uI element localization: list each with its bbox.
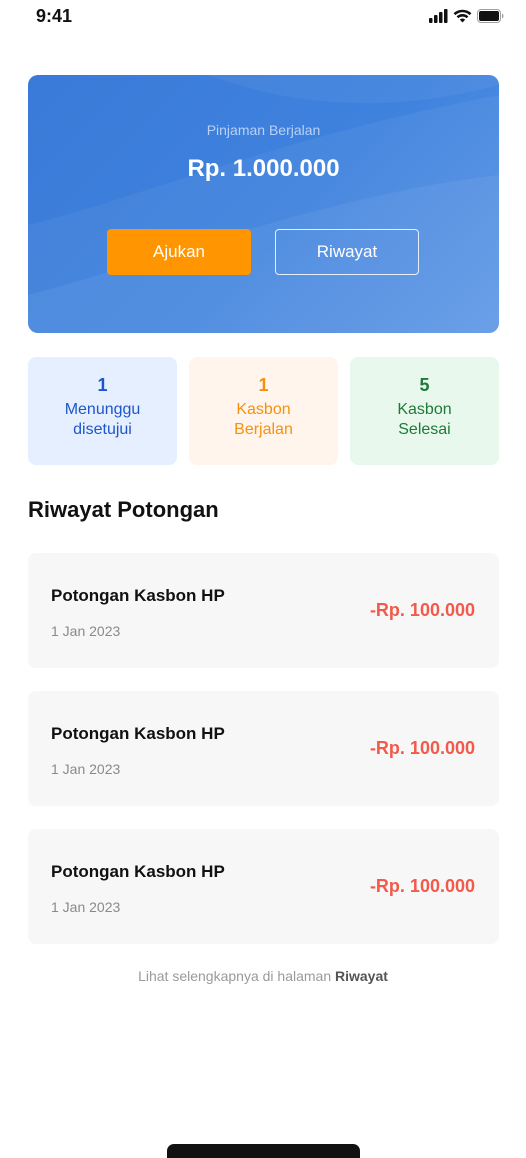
see-more-text: Lihat selengkapnya di halaman Riwayat <box>0 968 526 984</box>
loan-summary-card: Pinjaman Berjalan Rp. 1.000.000 Ajukan R… <box>28 75 499 333</box>
stat-card-completed[interactable]: 5 Kasbon Selesai <box>350 357 499 465</box>
history-item-title: Potongan Kasbon HP <box>51 862 225 881</box>
history-item[interactable]: Potongan Kasbon HP 1 Jan 2023 -Rp. 100.0… <box>28 553 499 668</box>
signal-icon <box>429 9 448 28</box>
stat-label-line2: Berjalan <box>234 421 293 438</box>
apply-button[interactable]: Ajukan <box>107 229 251 275</box>
stat-label-line1: Kasbon <box>397 401 452 418</box>
history-item-amount: -Rp. 100.000 <box>369 738 475 758</box>
wifi-icon <box>453 9 472 28</box>
stat-label-line2: Selesai <box>398 421 451 438</box>
loan-label: Pinjaman Berjalan <box>206 122 321 138</box>
background-wave-decoration <box>28 75 499 333</box>
stat-card-ongoing[interactable]: 1 Kasbon Berjalan <box>189 357 338 465</box>
status-time: 9:41 <box>36 6 73 26</box>
section-title: Riwayat Potongan <box>28 497 219 522</box>
stat-label-line2: disetujui <box>73 421 132 438</box>
stat-label-line1: Menunggu <box>64 401 141 418</box>
home-indicator[interactable] <box>167 1144 360 1158</box>
stat-count: 1 <box>97 375 108 395</box>
history-item-title: Potongan Kasbon HP <box>51 724 225 743</box>
stat-card-pending[interactable]: 1 Menunggu disetujui <box>28 357 177 465</box>
history-button[interactable]: Riwayat <box>275 229 419 275</box>
loan-amount: Rp. 1.000.000 <box>187 155 340 182</box>
stat-count: 5 <box>419 375 430 395</box>
history-item[interactable]: Potongan Kasbon HP 1 Jan 2023 -Rp. 100.0… <box>28 691 499 806</box>
history-item-title: Potongan Kasbon HP <box>51 586 225 605</box>
history-item-date: 1 Jan 2023 <box>51 761 121 777</box>
history-item-date: 1 Jan 2023 <box>51 899 121 915</box>
battery-icon <box>477 9 504 28</box>
see-more-prefix: Lihat selengkapnya di halaman <box>138 968 335 984</box>
status-bar: 9:41 <box>0 0 526 40</box>
history-item[interactable]: Potongan Kasbon HP 1 Jan 2023 -Rp. 100.0… <box>28 829 499 944</box>
history-item-amount: -Rp. 100.000 <box>369 600 475 620</box>
stat-count: 1 <box>258 375 269 395</box>
history-item-amount: -Rp. 100.000 <box>369 876 475 896</box>
status-icons <box>429 9 504 28</box>
stat-label-line1: Kasbon <box>236 401 291 418</box>
see-more-link[interactable]: Riwayat <box>335 968 388 984</box>
history-item-date: 1 Jan 2023 <box>51 623 121 639</box>
